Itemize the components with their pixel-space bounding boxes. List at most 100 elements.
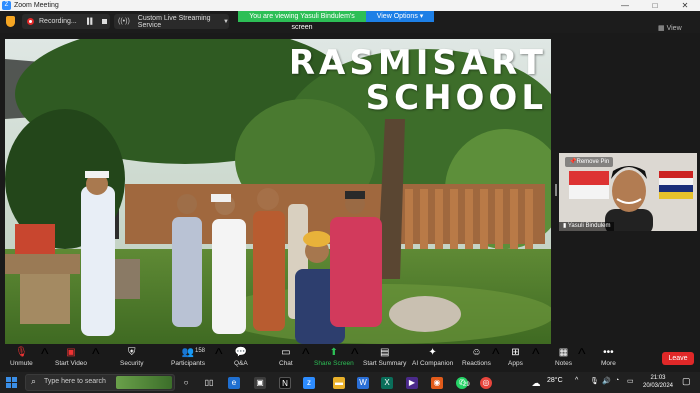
live-stream-label: Custom Live Streaming Service xyxy=(137,14,211,29)
shield-icon: ⛨ xyxy=(127,347,136,358)
security-button[interactable]: ⛨ Security xyxy=(120,346,143,368)
app-icon[interactable]: ▶ xyxy=(406,377,418,389)
start-video-label: Start Video xyxy=(55,360,88,367)
taskbar-clock[interactable]: 21:03 20/03/2024 xyxy=(640,374,676,390)
notes-button[interactable]: ▦ Notes xyxy=(555,346,572,368)
more-button[interactable]: ••• More xyxy=(601,346,616,368)
firefox-icon[interactable]: ◉ xyxy=(431,377,443,389)
participant-name: ▮ Yasuli Bindulem xyxy=(559,222,615,231)
chat-button[interactable]: ▭ Chat xyxy=(279,346,293,368)
video-off-icon: ▣ xyxy=(66,347,76,358)
apps-icon: ⊞ xyxy=(511,347,520,358)
multitask-icon[interactable]: ▯▯ xyxy=(203,377,215,389)
view-options-button[interactable]: View Options ▾ xyxy=(366,11,434,22)
edge-browser-icon[interactable]: e xyxy=(228,377,240,389)
share-screen-label: Share Screen xyxy=(314,360,354,367)
file-explorer-icon[interactable]: ▬ xyxy=(333,377,345,389)
minimize-button[interactable]: — xyxy=(610,0,640,11)
zoom-taskbar-icon[interactable]: z xyxy=(303,377,315,389)
window-title: Zoom Meeting xyxy=(14,2,59,9)
pause-recording-button[interactable]: ▌▌ xyxy=(87,19,94,25)
live-stream-indicator[interactable]: ((•)) Custom Live Streaming Service ▼ xyxy=(114,14,229,29)
shared-screen: RASMISART SCHOOL xyxy=(5,39,551,344)
participant-video-tile[interactable]: 📌Remove Pin ▮ Yasuli Bindulem xyxy=(559,153,697,231)
start-video-button[interactable]: ▣ Start Video xyxy=(55,346,87,368)
video-options-chevron-icon[interactable]: ^ xyxy=(92,346,100,364)
tray-chevron-icon[interactable]: ^ xyxy=(575,377,578,384)
chrome-icon[interactable]: ◎ xyxy=(480,377,492,389)
apps-button[interactable]: ⊞ Apps xyxy=(508,346,523,368)
sparkle-icon: ✦ xyxy=(428,347,437,358)
more-icon: ••• xyxy=(603,347,614,358)
chevron-down-icon[interactable]: ▼ xyxy=(223,19,229,25)
task-view-icon[interactable]: ○ xyxy=(180,377,192,389)
excel-icon[interactable]: X xyxy=(381,377,393,389)
microphone-tray-icon[interactable]: 🎙 xyxy=(590,377,599,385)
share-chevron-icon[interactable]: ^ xyxy=(351,346,359,364)
start-summary-label: Start Summary xyxy=(363,360,407,367)
volume-icon[interactable]: 🔊 xyxy=(602,377,611,385)
reactions-button[interactable]: ☺ Reactions xyxy=(462,346,491,368)
participant-name-text: Yasuli Bindulem xyxy=(567,223,611,229)
participants-chevron-icon[interactable]: ^ xyxy=(215,346,223,364)
clock-date: 20/03/2024 xyxy=(642,383,674,389)
encryption-shield-icon[interactable] xyxy=(6,16,15,27)
ai-companion-button[interactable]: ✦ AI Companion xyxy=(412,346,453,368)
share-screen-icon: ⬆ xyxy=(329,347,339,358)
recording-indicator: Recording... ▌▌ xyxy=(22,14,110,29)
reactions-label: Reactions xyxy=(462,360,491,367)
zoom-window: Z Zoom Meeting — □ ✕ Recording... ▌▌ ((•… xyxy=(0,0,700,393)
participants-label: Participants xyxy=(171,360,205,367)
participants-count: 158 xyxy=(195,348,206,354)
view-grid-icon: ▦ xyxy=(658,25,665,32)
viewing-message: You are viewing Yasuli Bindulem's screen xyxy=(238,11,366,31)
reactions-chevron-icon[interactable]: ^ xyxy=(492,346,500,364)
word-icon[interactable]: W xyxy=(357,377,369,389)
audio-options-chevron-icon[interactable]: ^ xyxy=(41,346,49,364)
unmute-label: Unmute xyxy=(10,360,33,367)
remove-pin-button[interactable]: 📌Remove Pin xyxy=(565,157,613,167)
notification-icon[interactable]: ▢ xyxy=(682,376,691,387)
weather-icon[interactable]: ☁ xyxy=(530,377,542,389)
windows-start-icon[interactable] xyxy=(6,377,17,388)
qa-button[interactable]: 💬 Q&A xyxy=(234,346,248,368)
temperature-label: 28°C xyxy=(547,377,563,384)
meeting-toolbar: 🎙 Unmute ^ ▣ Start Video ^ ⛨ Security 👥 … xyxy=(0,344,700,372)
maximize-button[interactable]: □ xyxy=(640,0,670,11)
windows-taskbar: ⌕ Type here to search ○ ▯▯ e ▣ N z ▬ W X… xyxy=(0,372,700,393)
taskbar-search-input[interactable]: ⌕ Type here to search xyxy=(25,374,175,391)
zoom-logo-icon: Z xyxy=(2,1,11,10)
panel-resize-handle[interactable] xyxy=(555,184,557,196)
stop-recording-button[interactable] xyxy=(101,19,107,24)
chat-chevron-icon[interactable]: ^ xyxy=(302,346,310,364)
share-screen-button[interactable]: ⬆ Share Screen xyxy=(314,346,354,368)
qa-label: Q&A xyxy=(234,360,248,367)
search-highlight-image xyxy=(116,376,172,389)
battery-icon[interactable]: ▭ xyxy=(627,377,634,385)
school-title-text: RASMISART SCHOOL xyxy=(257,46,547,116)
leave-button[interactable]: Leave xyxy=(662,352,694,365)
school-title-line2: SCHOOL xyxy=(365,78,547,118)
recording-dot-icon xyxy=(27,18,34,25)
participants-icon: 👥 xyxy=(181,347,195,358)
chat-icon: ▭ xyxy=(281,347,291,358)
wifi-icon[interactable]: ◔ xyxy=(615,377,619,384)
unmute-button[interactable]: 🎙 Unmute xyxy=(10,346,33,368)
store-icon[interactable]: ▣ xyxy=(254,377,266,389)
notes-icon: ▦ xyxy=(558,347,569,358)
muted-microphone-icon: 🎙 xyxy=(15,347,28,358)
close-button[interactable]: ✕ xyxy=(670,0,700,11)
start-summary-button[interactable]: ▤ Start Summary xyxy=(363,346,406,368)
view-options-label: View Options xyxy=(376,13,418,20)
apps-label: Apps xyxy=(508,360,523,367)
title-bar: Z Zoom Meeting — □ ✕ xyxy=(0,0,700,11)
ai-companion-label: AI Companion xyxy=(412,360,454,367)
notes-chevron-icon[interactable]: ^ xyxy=(578,346,586,364)
view-button[interactable]: ▦ View xyxy=(658,24,682,32)
remove-pin-label: Remove Pin xyxy=(576,159,610,165)
notion-icon[interactable]: N xyxy=(279,377,291,389)
recording-label: Recording... xyxy=(39,18,77,25)
summary-icon: ▤ xyxy=(379,347,390,358)
apps-chevron-icon[interactable]: ^ xyxy=(532,346,540,364)
chat-label: Chat xyxy=(279,360,293,367)
